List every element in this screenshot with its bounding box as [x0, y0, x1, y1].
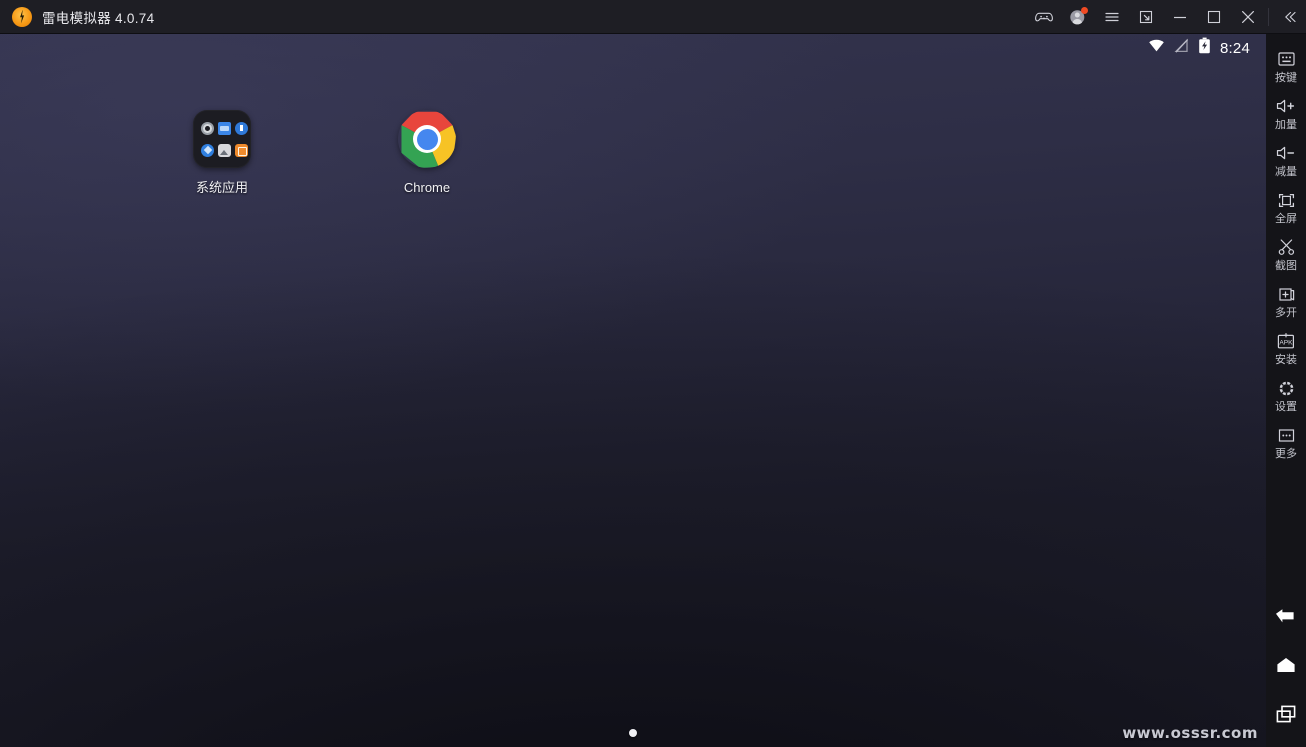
toolbar-item-label: 截图 — [1275, 260, 1297, 272]
collapse-icon[interactable] — [1272, 0, 1306, 34]
desktop-icon-label: Chrome — [403, 180, 451, 195]
control-divider — [1268, 7, 1269, 26]
file-manager-icon — [218, 121, 231, 135]
notification-badge — [1081, 6, 1088, 14]
minimize-icon[interactable] — [1163, 0, 1197, 34]
toolbar-item-label: 更多 — [1275, 448, 1297, 460]
toolbar-item-label: 全屏 — [1275, 213, 1297, 225]
more-ellipsis-icon — [1277, 425, 1296, 445]
resize-icon[interactable] — [1129, 0, 1163, 34]
multi-instance-icon — [1277, 284, 1296, 304]
keyboard-icon — [1277, 49, 1296, 69]
toolbar-item-install-apk[interactable]: APK 安装 — [1266, 324, 1306, 371]
downloads-icon — [235, 121, 248, 135]
toolbar-item-fullscreen[interactable]: 全屏 — [1266, 183, 1306, 230]
desktop-icon-chrome[interactable]: Chrome — [371, 110, 483, 196]
page-indicator[interactable] — [0, 729, 1266, 737]
watermark: www.osssr.com — [1122, 724, 1258, 742]
page-dot-active[interactable] — [629, 729, 637, 737]
menu-icon[interactable] — [1095, 0, 1129, 34]
volume-down-icon — [1275, 143, 1297, 163]
desktop-icon-system-apps[interactable]: 系统应用 — [166, 110, 278, 196]
toolbar-item-settings[interactable]: 设置 — [1266, 371, 1306, 418]
toolbar-item-label: 设置 — [1275, 401, 1297, 413]
close-icon[interactable] — [1231, 0, 1265, 34]
window-controls — [1027, 0, 1306, 34]
toolbar-item-screenshot[interactable]: 截图 — [1266, 230, 1306, 277]
scissors-screenshot-icon — [1277, 237, 1296, 257]
toolbar-item-keyboard[interactable]: 按键 — [1266, 42, 1306, 89]
recents-button[interactable] — [1266, 692, 1306, 747]
apk-install-icon: APK — [1275, 331, 1297, 351]
desktop-icon-label: 系统应用 — [195, 180, 248, 195]
android-screen[interactable]: 8:24 系统应用 Chrome www.osssr.com — [0, 34, 1266, 747]
toolbar-item-volume-up[interactable]: 加量 — [1266, 89, 1306, 136]
gamepad-icon[interactable] — [1027, 0, 1061, 34]
toolbar-item-volume-down[interactable]: 减量 — [1266, 136, 1306, 183]
photos-icon — [218, 143, 231, 157]
ldplayer-lightning-logo-icon — [12, 6, 32, 27]
volume-up-icon — [1275, 96, 1297, 116]
settings-icon — [201, 121, 214, 135]
toolbar-item-label: 减量 — [1275, 166, 1297, 178]
browser-icon — [201, 143, 214, 157]
gallery-icon — [235, 143, 248, 157]
toolbar-item-label: 安装 — [1275, 354, 1297, 366]
toolbar-item-label: 加量 — [1275, 119, 1297, 131]
toolbar-item-multi-instance[interactable]: 多开 — [1266, 277, 1306, 324]
ldplayer-emulator-window: 雷电模拟器 4.0.74 8:24 系统应用 Chrome www.osssr.… — [0, 0, 1306, 747]
window-title: 雷电模拟器 4.0.74 — [42, 10, 155, 26]
home-screen-icon-grid: 系统应用 Chrome — [0, 34, 1266, 747]
home-button[interactable] — [1266, 643, 1306, 692]
maximize-icon[interactable] — [1197, 0, 1231, 34]
recents-icon — [1274, 704, 1298, 729]
back-arrow-icon — [1274, 606, 1298, 631]
toolbar-item-label: 按键 — [1275, 72, 1297, 84]
chrome-icon — [398, 110, 456, 168]
title-bar: 雷电模拟器 4.0.74 — [0, 0, 1306, 34]
toolbar-item-label: 多开 — [1275, 307, 1297, 319]
toolbar-item-more[interactable]: 更多 — [1266, 418, 1306, 465]
account-icon[interactable] — [1061, 0, 1095, 34]
back-button[interactable] — [1266, 594, 1306, 643]
system-apps-folder-icon — [193, 110, 251, 168]
gear-settings-icon — [1277, 378, 1296, 398]
right-toolbar: 按键 加量 减量 全屏 截图 多开 APK 安装 设置 更多 — [1266, 34, 1306, 747]
home-icon — [1274, 655, 1298, 680]
fullscreen-icon — [1277, 190, 1296, 210]
svg-text:APK: APK — [1279, 339, 1293, 346]
